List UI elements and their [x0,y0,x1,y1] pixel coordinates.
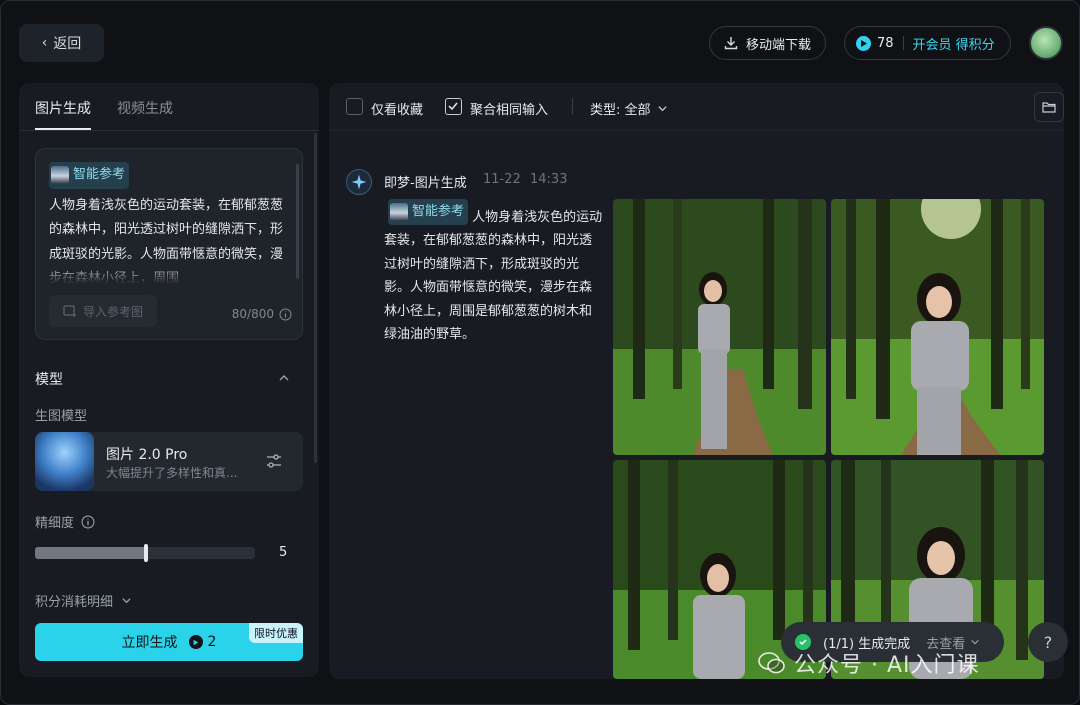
dreamina-logo-icon [346,169,372,195]
result-date: 11-22 [483,172,521,187]
image-add-icon [63,305,76,317]
toolbar-divider [572,98,573,115]
results-toolbar: 仅看收藏 聚合相同输入 类型: 全部 [329,83,1064,131]
points-icon [856,35,871,51]
precision-label: 精细度 [35,516,75,531]
import-reference-label: 导入参考图 [82,304,143,319]
reference-thumbnail [51,166,69,185]
download-icon [724,37,738,50]
model-name: 图片 2.0 Pro [106,447,188,463]
back-label: 返回 [53,36,82,52]
info-icon[interactable] [279,308,292,321]
help-button[interactable]: ? [1028,622,1068,662]
merge-same-input-label[interactable]: 聚合相同输入 [470,99,548,118]
char-counter: 80/800 [232,307,292,321]
mobile-download-button[interactable]: 移动端下载 [709,26,826,60]
tab-video-generation[interactable]: 视频生成 [117,98,173,118]
tab-image-generation[interactable]: 图片生成 [35,98,91,118]
model-section-title: 模型 [35,372,63,388]
only-favorites-checkbox[interactable] [346,98,363,115]
prompt-fade [37,264,301,284]
prompt-input[interactable]: 智能参考 人物身着浅灰色的运动套装，在郁郁葱葱的森林中，阳光透过树叶的缝隙洒下，… [35,148,303,340]
precision-slider-fill [35,547,146,559]
chip-label: 智能参考 [412,204,465,219]
model-sub-label: 生图模型 [35,409,88,424]
help-label: ? [1043,632,1053,652]
points-icon [188,635,203,649]
chevron-up-icon[interactable] [278,372,290,384]
result-prompt-text: 人物身着浅灰色的运动套装，在郁郁葱葱的森林中，阳光透过树叶的缝隙洒下，形成斑驳的… [384,209,603,343]
reference-thumbnail [390,202,408,221]
chip-label: 智能参考 [73,167,126,182]
cost-detail-label: 积分消耗明细 [35,595,114,610]
cost-detail-toggle[interactable]: 积分消耗明细 [35,591,132,610]
generated-image-2[interactable] [831,199,1044,455]
chevron-down-icon [971,639,979,645]
generation-tabs: 图片生成 视频生成 [19,83,319,131]
generate-cost: 2 [207,634,217,650]
result-prompt: 智能参考 人物身着浅灰色的运动套装，在郁郁葱葱的森林中，阳光透过树叶的缝隙洒下，… [384,199,604,347]
watermark: 公众号 · AI入门课 [758,647,980,679]
chevron-left-icon: ‹ [41,35,48,51]
prompt-scrollbar[interactable] [296,164,299,279]
smart-reference-chip[interactable]: 智能参考 [49,162,130,189]
left-panel: 图片生成 视频生成 智能参考 人物身着浅灰色的运动套装，在郁郁葱葱的森林中，阳光… [19,83,319,677]
info-icon[interactable] [81,515,95,529]
char-count: 80/800 [231,307,274,321]
back-button[interactable]: ‹ 返回 [19,24,104,62]
precision-slider-handle[interactable] [144,544,148,562]
generate-label: 立即生成 [121,635,178,651]
points-count: 78 [877,35,894,51]
smart-reference-chip: 智能参考 [388,199,469,225]
points-divider [902,36,904,50]
generate-button[interactable]: 立即生成 2 限时优惠 [35,623,303,661]
import-reference-button[interactable]: 导入参考图 [49,295,157,327]
folder-button[interactable] [1034,92,1064,122]
type-filter-dropdown[interactable]: 类型: 全部 [590,99,668,118]
download-label: 移动端下载 [745,37,811,53]
app-window: ‹ 返回 移动端下载 78 开会员 得积分 图片生成 视频生成 智能参考 人物身… [0,0,1080,705]
chevron-down-icon [657,106,667,112]
promo-badge: 限时优惠 [249,623,303,643]
active-tab-indicator [35,128,91,130]
left-scrollbar[interactable] [314,133,317,463]
model-description: 大幅提升了多样性和真... [106,466,238,480]
source-name: 即梦-图片生成 [384,176,467,191]
only-favorites-label[interactable]: 仅看收藏 [371,99,423,118]
precision-label-row: 精细度 [35,512,95,531]
chevron-down-icon [122,598,131,604]
type-filter-label: 类型: 全部 [590,103,651,118]
model-thumbnail [35,432,94,491]
precision-value: 5 [279,545,288,560]
watermark-text: 公众号 · AI入门课 [794,653,980,678]
settings-sliders-icon[interactable] [266,453,282,469]
precision-slider[interactable] [35,544,255,562]
wechat-icon [758,652,785,674]
user-avatar[interactable] [1029,26,1063,60]
check-icon [448,102,458,111]
model-selector[interactable]: 图片 2.0 Pro 大幅提升了多样性和真... [35,432,303,491]
merge-same-input-checkbox[interactable] [445,98,462,115]
folder-icon [1042,102,1056,113]
generated-image-1[interactable] [613,199,826,455]
points-membership-button[interactable]: 78 开会员 得积分 [844,26,1011,60]
result-time: 14:33 [530,172,568,187]
results-panel: 仅看收藏 聚合相同输入 类型: 全部 即梦-图片生成 11-22 14:33 智… [329,83,1064,679]
membership-label: 开会员 得积分 [912,37,995,53]
